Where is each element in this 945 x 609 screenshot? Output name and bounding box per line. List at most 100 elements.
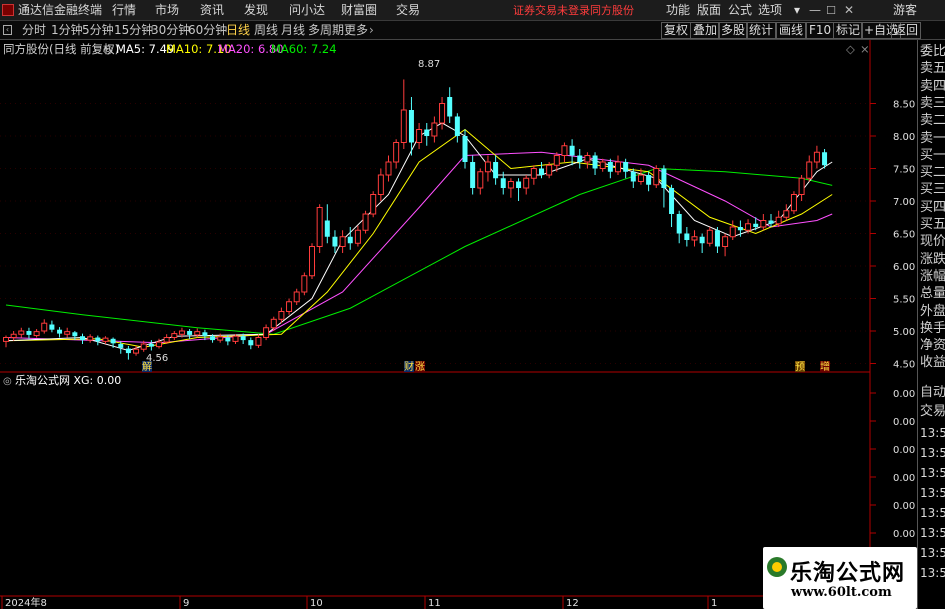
quote-label-8: 买三 xyxy=(920,182,945,198)
candle xyxy=(125,345,131,360)
candle xyxy=(637,168,644,185)
toolbar-btn-3[interactable]: 统计 xyxy=(746,22,777,39)
toolbar-btn-4[interactable]: 画线 xyxy=(776,22,807,39)
candle xyxy=(140,340,147,352)
candle xyxy=(470,155,476,195)
toolbar-btn-0[interactable]: 复权 xyxy=(661,22,692,39)
collapse-icon[interactable]: ‹ xyxy=(3,25,12,35)
quote-label-2: 卖四 xyxy=(920,78,945,94)
candle xyxy=(286,298,293,315)
menu-item-function[interactable]: 功能 xyxy=(666,0,690,21)
marker-1[interactable]: 财 xyxy=(404,360,414,373)
toolbar-btn-2[interactable]: 多股 xyxy=(718,22,749,39)
candle xyxy=(561,142,568,162)
menu-item-formula[interactable]: 公式 xyxy=(728,0,752,21)
quote-label-14: 总量 xyxy=(920,286,945,302)
toolbar-btn-5[interactable]: F10 xyxy=(806,22,835,39)
period-tab-6[interactable]: 日线 xyxy=(226,21,250,40)
quote-label-10: 买五 xyxy=(920,217,945,232)
menu-item-market[interactable]: 市场 xyxy=(155,0,179,21)
candle xyxy=(316,204,323,253)
candle xyxy=(577,149,583,169)
candle xyxy=(798,175,805,201)
menu-item-discover[interactable]: 发现 xyxy=(244,0,268,21)
grid-lines xyxy=(0,103,870,364)
period-tab-0[interactable]: 分时 xyxy=(22,21,46,40)
period-tab-2[interactable]: 5分钟 xyxy=(82,21,114,40)
candle xyxy=(385,155,392,182)
menu-item-layout[interactable]: 版面 xyxy=(697,0,721,21)
ma-lines xyxy=(5,122,833,352)
candle xyxy=(500,171,506,195)
marker-0[interactable]: 解 xyxy=(142,360,152,373)
xaxis-label-3: 11 xyxy=(428,598,441,609)
candle xyxy=(729,220,736,240)
candle xyxy=(202,329,208,341)
ma5-line xyxy=(5,122,833,352)
toolbar-btn-6[interactable]: 标记 xyxy=(833,22,864,39)
candle xyxy=(232,334,239,344)
period-tab-1[interactable]: 1分钟 xyxy=(51,21,83,40)
candle xyxy=(324,204,330,244)
candle xyxy=(354,225,361,247)
candle xyxy=(110,337,116,348)
menu-item-options[interactable]: 选项 xyxy=(758,0,782,21)
close-icon[interactable]: ✕ xyxy=(840,0,858,21)
candle xyxy=(822,149,828,169)
candle xyxy=(118,341,124,354)
more-chevron-icon[interactable]: › xyxy=(369,21,374,40)
candle xyxy=(41,319,48,334)
sub-panel-label-1[interactable]: 交易 xyxy=(920,404,945,419)
candle xyxy=(530,165,537,185)
marker-box-4 xyxy=(820,361,830,372)
dropdown-icon[interactable]: ▾ xyxy=(788,0,806,21)
marker-2[interactable]: 涨 xyxy=(415,361,425,373)
toolbar-btn-8[interactable]: 返回 xyxy=(891,22,922,39)
quote-label-6: 买一 xyxy=(920,147,945,163)
menu-item-news[interactable]: 资讯 xyxy=(200,0,224,21)
period-tab-9[interactable]: 多周期 xyxy=(308,21,344,40)
restore-icon[interactable]: ☐ xyxy=(822,0,840,21)
indicator-settings-icon[interactable]: ◎ xyxy=(103,40,113,58)
period-tab-5[interactable]: 60分钟 xyxy=(188,21,227,40)
diamond-icon[interactable]: ◇ xyxy=(846,40,855,58)
candle xyxy=(133,345,140,356)
sub-settings-icon[interactable]: ◎ xyxy=(3,376,12,387)
candle xyxy=(813,145,820,169)
candle xyxy=(615,155,621,175)
candle xyxy=(507,178,514,198)
app-window: 通达信金融终端 行情 市场 资讯 发现 问小达 财富圈 交易 证券交易未登录 同… xyxy=(0,0,945,609)
quote-label-5: 卖一 xyxy=(920,130,945,146)
trade-time-5: 13:56 xyxy=(920,526,945,540)
period-tab-7[interactable]: 周线 xyxy=(254,21,278,40)
menu-item-quotes[interactable]: 行情 xyxy=(112,0,136,21)
period-tab-4[interactable]: 30分钟 xyxy=(151,21,190,40)
login-warning[interactable]: 证券交易未登录 xyxy=(513,0,590,21)
indicator-info-bar: 同方股份(日线 前复权) ◎ MA5: 7.49 MA10: 7.10 MA20… xyxy=(0,40,870,58)
candle xyxy=(301,272,308,296)
candle xyxy=(293,288,300,305)
candle xyxy=(584,152,591,169)
period-tab-10[interactable]: 更多 xyxy=(344,21,368,40)
menu-item-wealth[interactable]: 财富圈 xyxy=(341,0,377,21)
guest-label[interactable]: 游客 xyxy=(893,0,917,21)
ytick-label-2: 7.50 xyxy=(893,165,915,176)
toolbar-btn-1[interactable]: 叠加 xyxy=(690,22,721,39)
close-pane-icon[interactable]: × xyxy=(860,40,870,58)
candle xyxy=(393,139,400,169)
candle xyxy=(187,329,193,339)
candle xyxy=(26,327,32,339)
candle xyxy=(523,175,530,195)
period-tab-8[interactable]: 月线 xyxy=(281,21,305,40)
menu-item-trade[interactable]: 交易 xyxy=(396,0,420,21)
price-axis: 8.50 8.00 7.50 7.00 6.50 6.00 5.50 5.00 4.50 xyxy=(870,100,915,371)
menu-item-ask[interactable]: 问小达 xyxy=(289,0,325,21)
candle xyxy=(309,243,315,279)
period-tab-3[interactable]: 15分钟 xyxy=(114,21,153,40)
candle xyxy=(646,171,652,192)
kline-chart[interactable]: 8.50 8.00 7.50 7.00 6.50 6.00 5.50 5.00 4.50 0.0… xyxy=(0,0,917,609)
marker-3[interactable]: 预 xyxy=(795,361,805,373)
stock-title: 同方股份(日线 前复权) xyxy=(3,42,120,56)
sub-panel-label-0[interactable]: 自动 xyxy=(920,385,945,400)
marker-4[interactable]: 增 xyxy=(820,360,830,373)
